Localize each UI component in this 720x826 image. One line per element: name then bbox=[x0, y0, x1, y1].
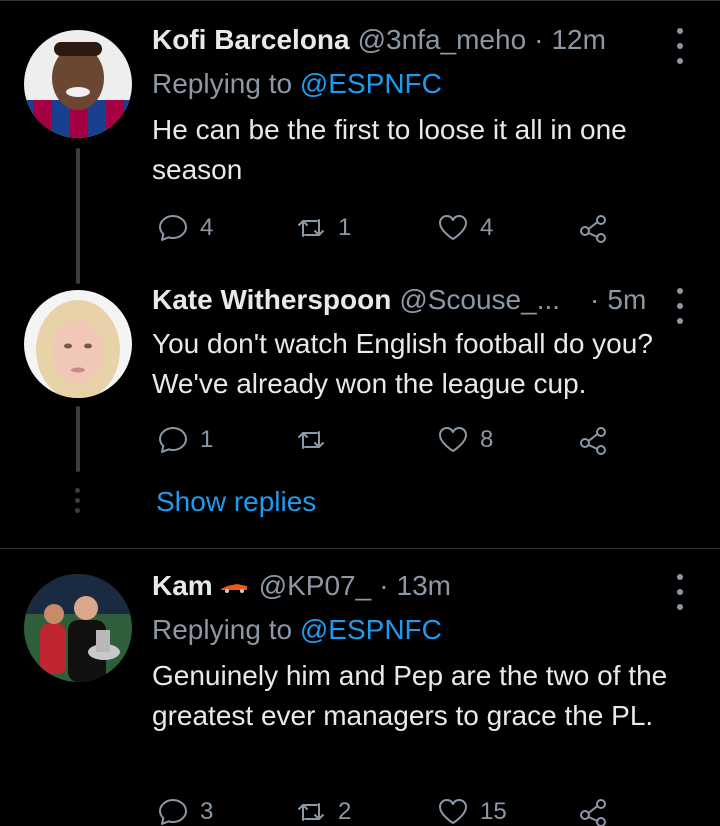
thread-dots bbox=[75, 488, 81, 518]
reply-count: 3 bbox=[200, 798, 214, 825]
replying-to-label: Replying to bbox=[152, 614, 293, 645]
replying-to-label: Replying to bbox=[152, 68, 293, 99]
user-handle[interactable]: @KP07_ bbox=[259, 570, 372, 602]
section-divider bbox=[0, 548, 720, 549]
separator-dot: · bbox=[534, 24, 544, 55]
heart-icon bbox=[439, 215, 467, 240]
like-count: 8 bbox=[480, 426, 494, 453]
display-name[interactable]: Kofi Barcelona bbox=[152, 24, 350, 56]
tweet-text: Genuinely him and Pep are the two of the… bbox=[152, 660, 668, 731]
thread-line bbox=[76, 148, 80, 284]
more-options-icon[interactable] bbox=[670, 28, 690, 64]
tweet-header: Kofi Barcelona @3nfa_meho · 12m bbox=[152, 24, 690, 64]
share-icon bbox=[580, 427, 606, 455]
tweet-text: He can be the first to loose it all in o… bbox=[152, 114, 627, 185]
heart-icon bbox=[439, 427, 467, 452]
top-divider bbox=[0, 0, 720, 1]
user-handle[interactable]: @Scouse_... bbox=[399, 284, 560, 316]
retweet-button[interactable] bbox=[294, 420, 338, 460]
more-options-icon[interactable] bbox=[670, 574, 690, 610]
reply-count: 4 bbox=[200, 214, 214, 241]
reply-button[interactable]: 4 bbox=[156, 208, 213, 248]
replying-to: Replying to @ESPNFC bbox=[152, 68, 442, 100]
separator-dot: · bbox=[590, 284, 600, 315]
tweet-header: Kam @KP07_ · 13m bbox=[152, 570, 690, 610]
like-button[interactable]: 4 bbox=[436, 208, 493, 248]
reply-button[interactable]: 1 bbox=[156, 420, 213, 460]
tweet-actions: 3 2 15 bbox=[152, 792, 622, 826]
retweet-button[interactable]: 1 bbox=[294, 208, 351, 248]
reply-count: 1 bbox=[200, 426, 214, 453]
replying-to: Replying to @ESPNFC bbox=[152, 614, 442, 646]
tweet-feed: Kofi Barcelona @3nfa_meho · 12m Replying… bbox=[0, 0, 720, 826]
reply-button[interactable]: 3 bbox=[156, 792, 213, 826]
tweet-header: Kate Witherspoon @Scouse_... · 5m bbox=[152, 284, 690, 324]
like-count: 15 bbox=[480, 798, 507, 825]
more-options-icon[interactable] bbox=[670, 288, 690, 324]
show-replies-link[interactable]: Show replies bbox=[156, 486, 316, 518]
share-button[interactable] bbox=[576, 420, 610, 460]
tweet-actions: 1 8 bbox=[152, 420, 622, 460]
like-button[interactable]: 8 bbox=[436, 420, 493, 460]
like-button[interactable]: 15 bbox=[436, 792, 507, 826]
retweet-count: 1 bbox=[338, 214, 352, 241]
thread-line bbox=[76, 406, 80, 472]
retweet-count: 2 bbox=[338, 798, 352, 825]
reply-icon bbox=[159, 799, 187, 825]
separator-dot: · bbox=[379, 570, 389, 601]
avatar[interactable] bbox=[24, 30, 132, 138]
tweet-actions: 4 1 4 bbox=[152, 208, 622, 248]
timestamp[interactable]: 12m bbox=[551, 24, 605, 56]
heart-icon bbox=[439, 799, 467, 824]
display-name[interactable]: Kam bbox=[152, 570, 213, 602]
retweet-icon bbox=[298, 803, 324, 821]
share-icon bbox=[580, 215, 606, 243]
like-count: 4 bbox=[480, 214, 494, 241]
retweet-button[interactable]: 2 bbox=[294, 792, 351, 826]
share-icon bbox=[580, 799, 606, 826]
avatar[interactable] bbox=[24, 290, 132, 398]
avatar[interactable] bbox=[24, 574, 132, 682]
timestamp[interactable]: 13m bbox=[397, 570, 451, 602]
tweet-text: You don't watch English football do you?… bbox=[152, 328, 653, 399]
retweet-icon bbox=[298, 431, 324, 449]
mention-link[interactable]: @ESPNFC bbox=[300, 68, 442, 99]
retweet-icon bbox=[298, 219, 324, 237]
display-name[interactable]: Kate Witherspoon bbox=[152, 284, 391, 316]
timestamp[interactable]: 5m bbox=[607, 284, 646, 316]
reply-icon bbox=[159, 215, 187, 241]
reply-icon bbox=[159, 427, 187, 453]
car-emoji-icon bbox=[219, 568, 249, 593]
share-button[interactable] bbox=[576, 792, 610, 826]
mention-link[interactable]: @ESPNFC bbox=[300, 614, 442, 645]
share-button[interactable] bbox=[576, 208, 610, 248]
user-handle[interactable]: @3nfa_meho bbox=[358, 24, 527, 56]
